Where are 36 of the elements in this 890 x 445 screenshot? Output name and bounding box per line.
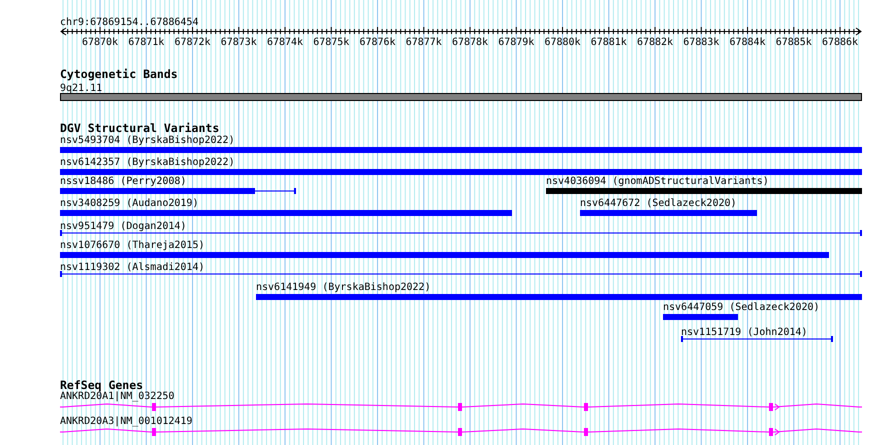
variant-label: nssv18486 (Perry2008) <box>60 176 186 187</box>
tick-label: 67885k <box>776 37 812 48</box>
variant-label: nsv1151719 (John2014) <box>681 327 808 338</box>
variant-label: nsv6141949 (ByrskaBishop2022) <box>256 282 431 293</box>
tick-label: 67870k <box>82 37 118 48</box>
tick-label: 67883k <box>683 37 720 48</box>
variant-label: nsv4036094 (gnomADStructuralVariants) <box>546 176 769 187</box>
tick-label: 67879k <box>498 37 534 48</box>
track-title: Cytogenetic Bands <box>60 67 178 81</box>
variant-label: nsv1076670 (Thareja2015) <box>60 240 204 251</box>
tick-label: 67873k <box>220 37 257 48</box>
band-label: 9q21.11 <box>60 83 102 94</box>
tick-label: 67882k <box>636 37 674 48</box>
variant-label: nsv6447059 (Sedlazeck2020) <box>663 302 820 313</box>
tick-label: 67871k <box>128 37 164 48</box>
tick-label: 67880k <box>544 37 581 48</box>
track-title: DGV Structural Variants <box>60 121 220 135</box>
tick-label: 67875k <box>313 37 350 48</box>
tick-label: 67878k <box>452 37 488 48</box>
tick-label: 67876k <box>359 37 396 48</box>
chromosome-range: chr9:67869154..67886454 <box>60 17 198 28</box>
variant-label: nsv6447672 (Sedlazeck2020) <box>580 198 737 209</box>
tick-label: 67872k <box>174 37 211 48</box>
tick-label: 67877k <box>406 37 442 48</box>
gene-label: ANKRD20A1|NM_032250 <box>60 391 174 402</box>
tick-label: 67881k <box>590 37 627 48</box>
track-title: RefSeq Genes <box>60 378 144 392</box>
tick-label: 67874k <box>266 37 304 48</box>
variant-label: nsv5493704 (ByrskaBishop2022) <box>60 135 235 146</box>
variant-label: nsv6142357 (ByrskaBishop2022) <box>60 157 235 168</box>
variant-label: nsv3408259 (Audano2019) <box>60 198 198 209</box>
tick-label: 67886k <box>822 37 858 48</box>
variant-label: nsv1119302 (Alsmadi2014) <box>60 262 204 273</box>
tick-label: 67884k <box>729 37 766 48</box>
variant-label: nsv951479 (Dogan2014) <box>60 221 186 232</box>
gene-label: ANKRD20A3|NM_001012419 <box>60 416 192 427</box>
